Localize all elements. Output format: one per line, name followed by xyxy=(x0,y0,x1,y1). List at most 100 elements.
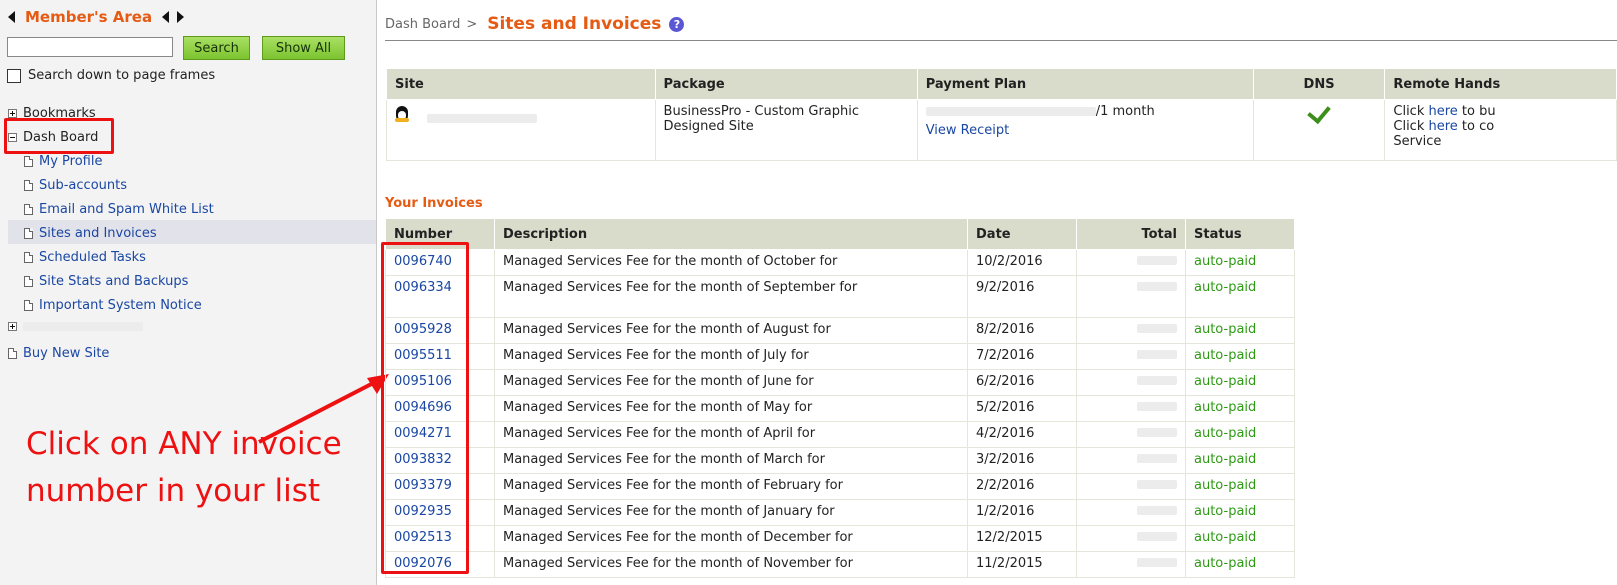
invoice-date-cell: 11/2/2015 xyxy=(967,551,1077,578)
invoice-date: 7/2/2016 xyxy=(976,348,1035,363)
sidebar-item-scheduled-tasks[interactable]: Scheduled Tasks xyxy=(24,250,146,265)
check-icon xyxy=(1307,99,1331,125)
invoice-status-cell: auto-paid xyxy=(1185,249,1295,276)
invoice-status-cell: auto-paid xyxy=(1185,317,1295,344)
page-title: Sites and Invoices xyxy=(487,14,662,34)
nav-forward-icon[interactable] xyxy=(177,11,185,23)
sidebar-item-buy-new-site[interactable]: Buy New Site xyxy=(8,346,109,361)
invoice-date-cell: 9/2/2016 xyxy=(967,275,1077,318)
invoice-date: 4/2/2016 xyxy=(976,426,1035,441)
annotation-arrow xyxy=(258,374,389,444)
invoice-total-cell xyxy=(1076,499,1186,526)
sidebar-item-sites-invoices[interactable]: Sites and Invoices xyxy=(24,226,157,241)
main-content: Dash Board > Sites and Invoices ? Site P… xyxy=(377,0,1617,585)
invoice-status-cell: auto-paid xyxy=(1185,369,1295,396)
page-icon xyxy=(24,156,33,167)
sidebar-item-my-profile[interactable]: My Profile xyxy=(24,154,102,169)
buy-new-site-label[interactable]: Buy New Site xyxy=(23,346,109,361)
remote-text: to bu xyxy=(1457,104,1496,119)
invoice-description-cell: Managed Services Fee for the month of Au… xyxy=(494,317,968,344)
sidebar-item-sub-accounts[interactable]: Sub-accounts xyxy=(24,178,127,193)
invoice-description-cell: Managed Services Fee for the month of Ja… xyxy=(494,499,968,526)
invoice-total-cell xyxy=(1076,473,1186,500)
invoice-description: Managed Services Fee for the month of Oc… xyxy=(503,254,838,269)
sidebar-item-label[interactable]: Scheduled Tasks xyxy=(39,250,146,265)
sidebar-item-site-stats[interactable]: Site Stats and Backups xyxy=(24,274,188,289)
invoice-date: 9/2/2016 xyxy=(976,280,1035,295)
expand-plus-icon[interactable] xyxy=(8,322,17,331)
breadcrumb-parent[interactable]: Dash Board xyxy=(385,17,460,32)
redacted-text xyxy=(23,322,143,331)
search-frames-option[interactable]: Search down to page frames xyxy=(7,68,215,83)
invoice-date: 6/2/2016 xyxy=(976,374,1035,389)
remote-text: to co xyxy=(1457,119,1495,134)
search-frames-checkbox[interactable] xyxy=(7,68,21,83)
column-header-dns: DNS xyxy=(1252,68,1386,100)
invoice-status: auto-paid xyxy=(1194,504,1257,519)
invoice-description: Managed Services Fee for the month of Ju… xyxy=(503,348,809,363)
invoice-status-cell: auto-paid xyxy=(1185,551,1295,578)
sidebar-item-system-notice[interactable]: Important System Notice xyxy=(24,298,202,313)
invoice-status-cell: auto-paid xyxy=(1185,343,1295,370)
redacted-text xyxy=(1137,558,1177,567)
invoice-description-cell: Managed Services Fee for the month of Ju… xyxy=(494,369,968,396)
invoice-description-cell: Managed Services Fee for the month of No… xyxy=(494,551,968,578)
sidebar: Member's Area Search Show All Search dow… xyxy=(0,0,377,585)
sidebar-item-label[interactable]: Important System Notice xyxy=(39,298,202,313)
help-icon[interactable]: ? xyxy=(669,16,685,32)
invoice-total-cell xyxy=(1076,551,1186,578)
column-header-remote-hands: Remote Hands xyxy=(1384,68,1617,100)
redacted-text xyxy=(1137,376,1177,385)
invoice-description: Managed Services Fee for the month of Se… xyxy=(503,280,858,295)
column-header-payment-plan: Payment Plan xyxy=(916,68,1254,100)
invoice-status-cell: auto-paid xyxy=(1185,525,1295,552)
remote-here-link-2[interactable]: here xyxy=(1428,119,1457,134)
invoice-description: Managed Services Fee for the month of De… xyxy=(503,530,853,545)
sidebar-item-label[interactable]: Site Stats and Backups xyxy=(39,274,188,289)
redacted-text xyxy=(1137,532,1177,541)
invoice-date: 10/2/2016 xyxy=(976,254,1043,269)
invoice-description: Managed Services Fee for the month of Ja… xyxy=(503,504,835,519)
remote-hands-cell: Click here to bu Click here to co Servic… xyxy=(1384,99,1617,161)
sidebar-item-email-white-list[interactable]: Email and Spam White List xyxy=(24,202,214,217)
redacted-text xyxy=(1137,428,1177,437)
dns-cell xyxy=(1252,99,1386,161)
redacted-text xyxy=(427,114,538,123)
invoice-description: Managed Services Fee for the month of No… xyxy=(503,556,853,571)
show-all-button[interactable]: Show All xyxy=(262,36,345,60)
sidebar-item-label[interactable]: Email and Spam White List xyxy=(39,202,214,217)
search-frames-label: Search down to page frames xyxy=(28,68,216,83)
search-button[interactable]: Search xyxy=(183,36,250,60)
invoice-status: auto-paid xyxy=(1194,374,1257,389)
redacted-text xyxy=(1137,402,1177,411)
nav-back-icon[interactable] xyxy=(162,11,170,23)
invoice-date-cell: 7/2/2016 xyxy=(967,343,1077,370)
invoice-date: 8/2/2016 xyxy=(976,322,1035,337)
invoice-status: auto-paid xyxy=(1194,280,1257,295)
remote-here-link-1[interactable]: here xyxy=(1428,104,1457,119)
invoice-date-cell: 3/2/2016 xyxy=(967,447,1077,474)
invoice-description: Managed Services Fee for the month of Ma… xyxy=(503,400,813,415)
invoice-status: auto-paid xyxy=(1194,254,1257,269)
expand-plus-icon[interactable] xyxy=(8,109,17,118)
view-receipt-link[interactable]: View Receipt xyxy=(926,123,1010,138)
highlight-box-dashboard xyxy=(4,118,114,154)
sidebar-item-label[interactable]: My Profile xyxy=(39,154,102,169)
page-icon xyxy=(24,204,33,215)
page-icon xyxy=(24,276,33,287)
invoice-status: auto-paid xyxy=(1194,426,1257,441)
invoices-table: Number Description Date Total Status 009… xyxy=(385,218,1295,578)
search-input[interactable] xyxy=(7,37,173,57)
column-header-total: Total xyxy=(1076,218,1186,250)
table-row: 0093379 Managed Services Fee for the mont… xyxy=(385,473,1295,500)
collapse-left-icon[interactable] xyxy=(8,11,15,23)
table-row: 0095106 Managed Services Fee for the mont… xyxy=(385,369,1295,396)
invoice-date-cell: 8/2/2016 xyxy=(967,317,1077,344)
sidebar-item-label[interactable]: Sites and Invoices xyxy=(39,226,157,241)
invoice-date: 2/2/2016 xyxy=(976,478,1035,493)
sidebar-item-label[interactable]: Sub-accounts xyxy=(39,178,127,193)
redacted-text xyxy=(1137,454,1177,463)
table-row: 0092935 Managed Services Fee for the mont… xyxy=(385,499,1295,526)
tree-item-redacted[interactable] xyxy=(8,322,143,331)
breadcrumb-separator: > xyxy=(466,16,478,32)
